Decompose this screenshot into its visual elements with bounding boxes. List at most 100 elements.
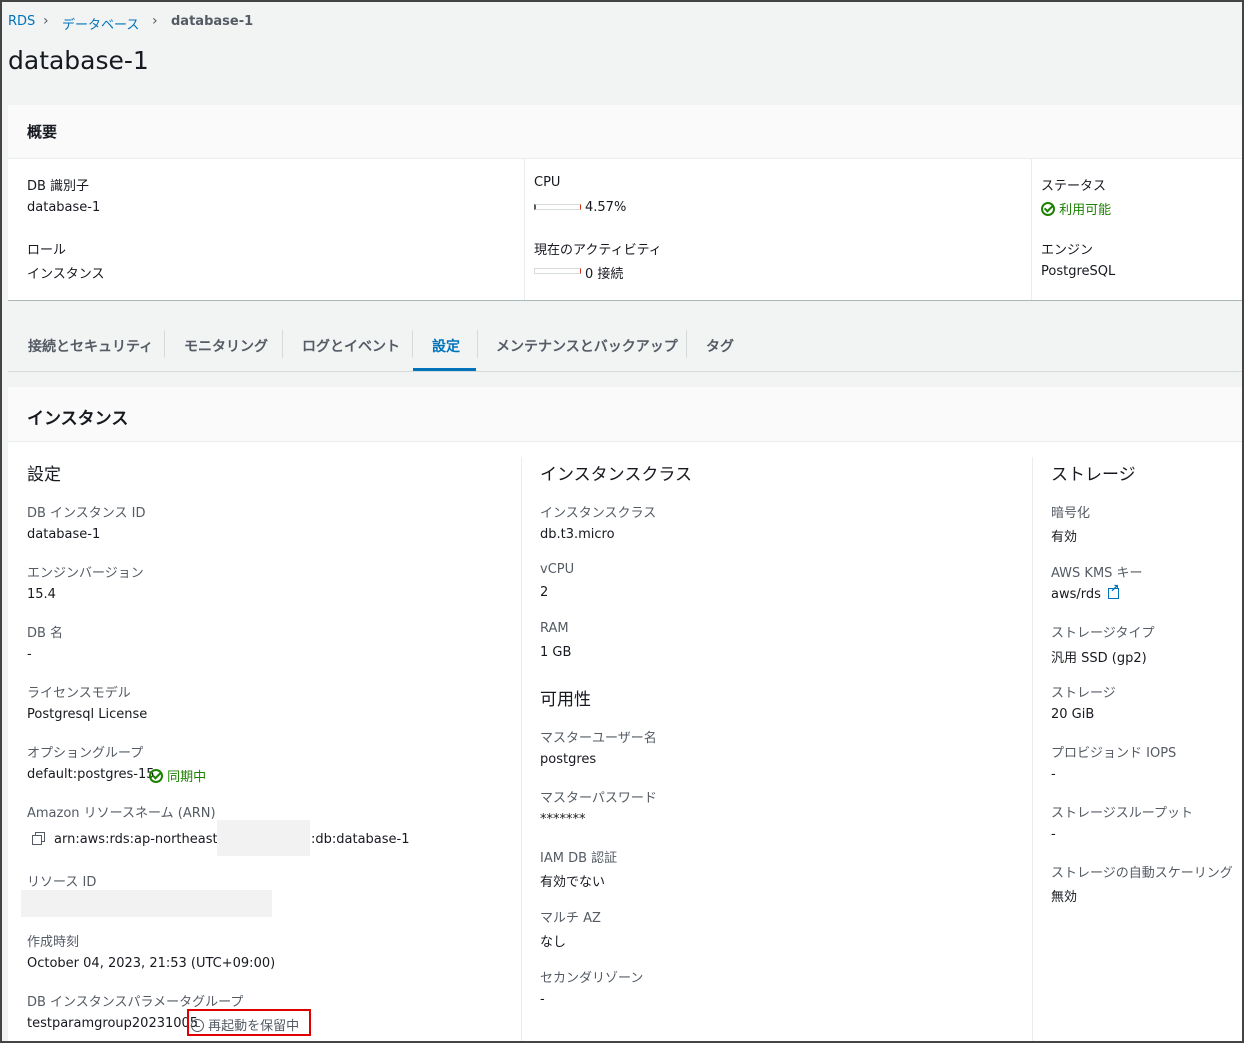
- db-name-label: DB 名: [27, 626, 64, 641]
- storage-type-value: 汎用 SSD (gp2): [1051, 651, 1147, 666]
- option-group-label: オプショングループ: [27, 746, 144, 761]
- storage-heading: ストレージ: [1051, 465, 1136, 485]
- storage-size-value: 20 GiB: [1051, 707, 1095, 722]
- master-password-label: マスターパスワード: [540, 791, 657, 806]
- tab-separator: [477, 330, 478, 358]
- tab-configuration[interactable]: 設定: [432, 336, 460, 356]
- engine-value: PostgreSQL: [1041, 264, 1116, 279]
- created-label: 作成時刻: [27, 935, 80, 950]
- tab-connectivity[interactable]: 接続とセキュリティ: [28, 336, 153, 356]
- vcpu-value: 2: [540, 585, 549, 600]
- autoscaling-label: ストレージの自動スケーリング: [1051, 866, 1233, 881]
- status-text: 利用可能: [1059, 203, 1112, 218]
- check-circle-icon: [1041, 202, 1055, 216]
- cpu-usage-bar: [534, 204, 581, 210]
- param-group-status-text: 再起動を保留中: [208, 1019, 300, 1034]
- storage-type-label: ストレージタイプ: [1051, 626, 1155, 641]
- copy-icon-back: [32, 835, 42, 845]
- multi-az-value: なし: [540, 935, 567, 950]
- summary-title: 概要: [27, 123, 58, 141]
- tab-separator: [164, 330, 165, 358]
- summary-header: 概要: [8, 105, 1242, 159]
- arn-suffix: :db:database-1: [311, 832, 410, 847]
- iops-label: プロビジョンド IOPS: [1051, 746, 1177, 761]
- activity-value: 0 接続: [585, 267, 624, 282]
- breadcrumb-current: database-1: [171, 14, 254, 29]
- tab-tags[interactable]: タグ: [706, 336, 734, 356]
- option-group-status-text: 同期中: [167, 770, 207, 785]
- cpu-value: 4.57%: [585, 200, 627, 215]
- page-title: database-1: [8, 46, 149, 75]
- active-tab-indicator: [413, 368, 476, 371]
- ram-value: 1 GB: [540, 645, 572, 660]
- master-user-label: マスターユーザー名: [540, 731, 657, 746]
- role-value: インスタンス: [27, 267, 105, 282]
- instance-class-label: インスタンスクラス: [540, 506, 657, 521]
- arn-label: Amazon リソースネーム (ARN): [27, 806, 216, 821]
- external-link-icon[interactable]: [1108, 582, 1119, 599]
- autoscaling-value: 無効: [1051, 890, 1078, 905]
- encryption-label: 暗号化: [1051, 506, 1091, 521]
- kms-key-text[interactable]: aws/rds: [1051, 587, 1101, 602]
- availability-heading: 可用性: [540, 690, 591, 710]
- cpu-label: CPU: [534, 175, 561, 190]
- multi-az-label: マルチ AZ: [540, 911, 601, 926]
- arn-prefix: arn:aws:rds:ap-northeast-1:: [54, 832, 235, 847]
- option-group-link[interactable]: default:postgres-15: [27, 767, 155, 782]
- tab-monitoring[interactable]: モニタリング: [184, 336, 268, 356]
- status-value: 利用可能: [1041, 199, 1111, 218]
- param-group-link[interactable]: testparamgroup20231005: [27, 1016, 198, 1031]
- instance-header: インスタンス: [8, 387, 1242, 442]
- kms-key-label: AWS KMS キー: [1051, 566, 1143, 581]
- param-group-label: DB インスタンスパラメータグループ: [27, 995, 244, 1010]
- check-circle-icon: [149, 769, 163, 783]
- chevron-right-icon: ›: [152, 13, 158, 29]
- instance-title: インスタンス: [27, 409, 129, 429]
- tab-maintenance-backup[interactable]: メンテナンスとバックアップ: [496, 336, 678, 356]
- iam-auth-label: IAM DB 認証: [540, 851, 618, 866]
- instance-id-label: DB インスタンス ID: [27, 506, 146, 521]
- column-divider: [1031, 159, 1032, 300]
- option-group-status: 同期中: [149, 766, 206, 785]
- db-identifier-label: DB 識別子: [27, 179, 90, 194]
- tab-separator: [282, 330, 283, 358]
- storage-size-label: ストレージ: [1051, 686, 1116, 701]
- config-heading: 設定: [27, 465, 61, 485]
- db-identifier-value: database-1: [27, 200, 101, 215]
- clock-icon: [191, 1019, 204, 1032]
- iops-value: -: [1051, 767, 1056, 782]
- chevron-right-icon: ›: [43, 13, 49, 29]
- vcpu-label: vCPU: [540, 562, 575, 577]
- redacted-resource-id: [21, 890, 272, 917]
- encryption-value: 有効: [1051, 530, 1078, 545]
- throughput-value: -: [1051, 827, 1056, 842]
- class-heading: インスタンスクラス: [540, 465, 692, 485]
- role-label: ロール: [27, 243, 67, 258]
- ram-label: RAM: [540, 621, 569, 636]
- kms-key-link[interactable]: aws/rds: [1051, 582, 1119, 602]
- activity-bar: [534, 268, 581, 274]
- master-user-value: postgres: [540, 752, 597, 767]
- master-password-value: *******: [540, 812, 586, 827]
- column-divider: [524, 159, 525, 300]
- param-group-status: 再起動を保留中: [191, 1015, 299, 1034]
- redacted-account-id: [217, 820, 310, 856]
- activity-label: 現在のアクティビティ: [534, 243, 662, 258]
- rds-console-window: RDS › データベース › database-1 database-1 概要 …: [0, 0, 1244, 1043]
- secondary-zone-label: セカンダリゾーン: [540, 971, 644, 986]
- instance-id-value: database-1: [27, 527, 101, 542]
- secondary-zone-value: -: [540, 992, 545, 1007]
- license-value: Postgresql License: [27, 707, 148, 722]
- breadcrumb-databases-link[interactable]: データベース: [62, 14, 139, 33]
- iam-auth-value: 有効でない: [540, 875, 606, 890]
- created-value: October 04, 2023, 21:53 (UTC+09:00): [27, 956, 276, 971]
- tab-logs-events[interactable]: ログとイベント: [302, 336, 400, 356]
- column-divider: [521, 457, 522, 1041]
- engine-version-label: エンジンバージョン: [27, 566, 144, 581]
- license-label: ライセンスモデル: [27, 686, 131, 701]
- tab-separator: [686, 330, 687, 358]
- throughput-label: ストレージスループット: [1051, 806, 1193, 821]
- breadcrumb-rds-link[interactable]: RDS: [8, 14, 35, 29]
- db-name-value: -: [27, 647, 32, 662]
- engine-version-value: 15.4: [27, 587, 56, 602]
